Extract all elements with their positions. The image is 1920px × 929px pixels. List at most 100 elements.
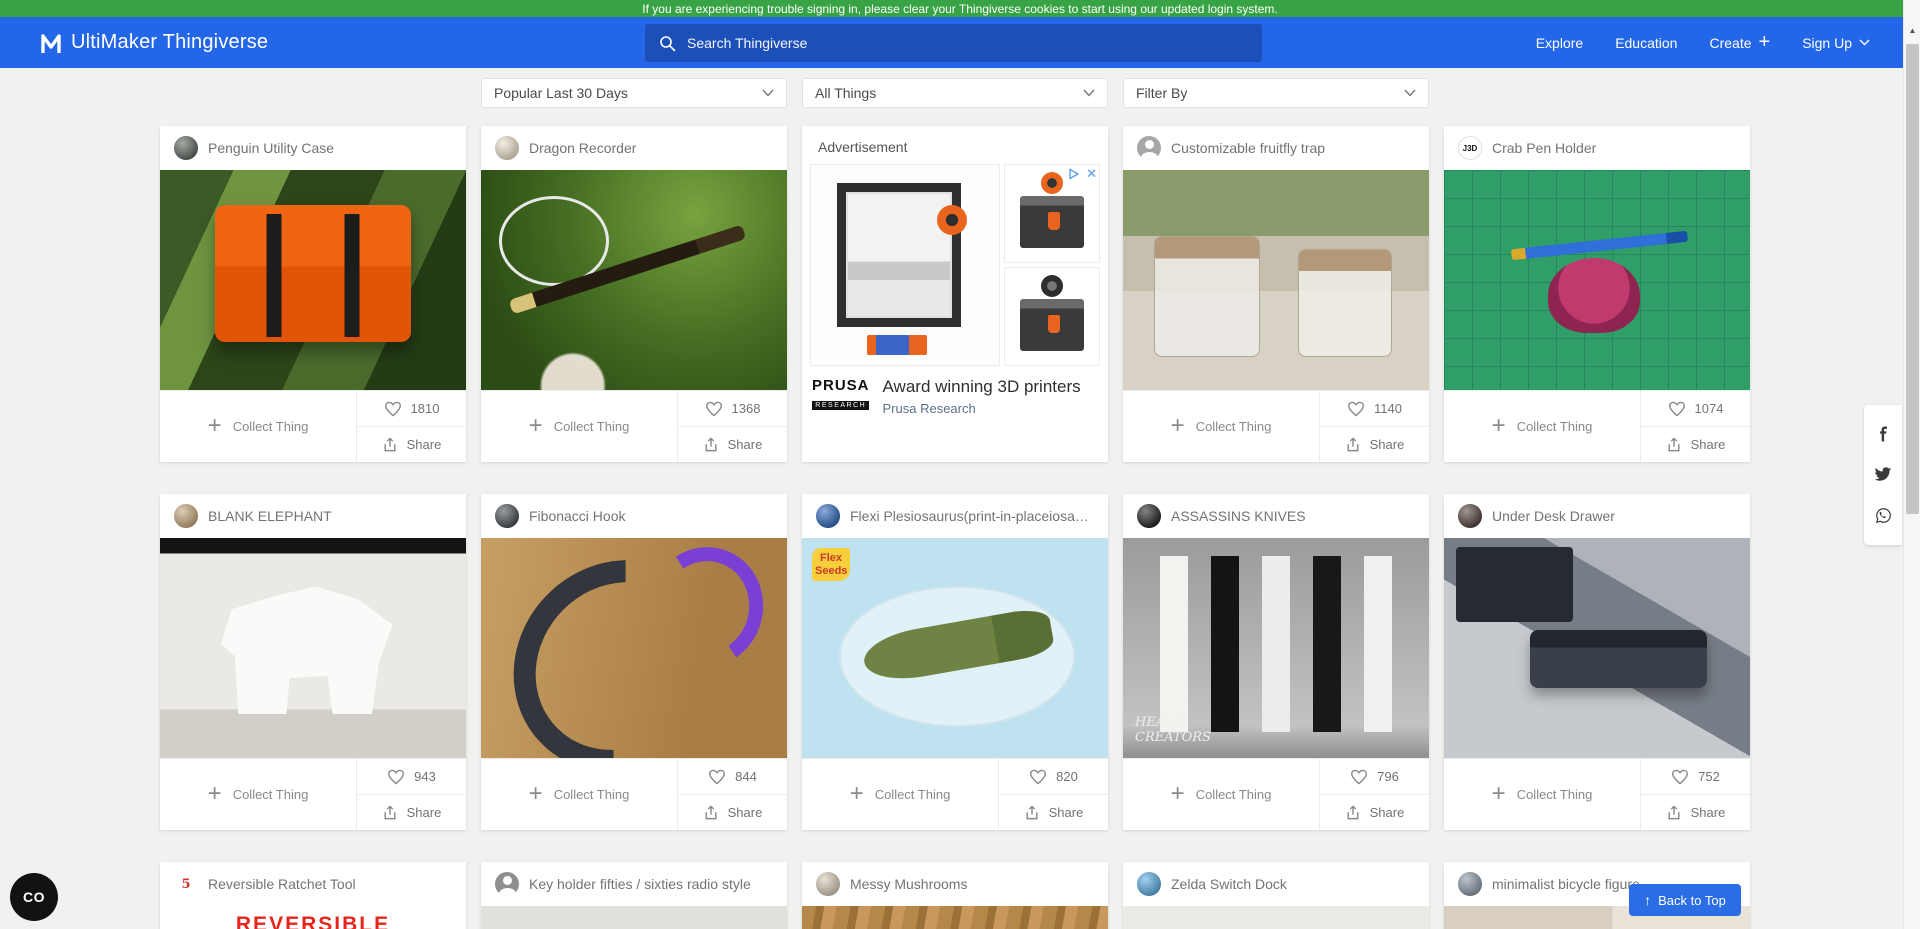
whatsapp-icon[interactable]	[1875, 507, 1892, 524]
thing-thumbnail[interactable]	[1444, 170, 1750, 390]
like-button[interactable]: 1140	[1320, 391, 1429, 427]
thing-title[interactable]: Customizable fruitfly trap	[1171, 140, 1325, 156]
ad-side-images	[1004, 164, 1100, 366]
like-button[interactable]: 752	[1641, 759, 1750, 795]
thing-card-footer: + Collect Thing 844 Share	[481, 758, 787, 830]
collect-thing-button[interactable]: + Collect Thing	[160, 759, 357, 830]
collect-thing-button[interactable]: + Collect Thing	[160, 391, 357, 462]
creator-avatar[interactable]	[1137, 872, 1161, 896]
sort-dropdown[interactable]: Popular Last 30 Days	[481, 78, 787, 108]
scrollbar[interactable]: ▲	[1903, 0, 1920, 929]
thing-title[interactable]: BLANK ELEPHANT	[208, 508, 332, 524]
creator-avatar[interactable]: J3D	[1458, 136, 1482, 160]
creator-avatar[interactable]	[495, 504, 519, 528]
creator-avatar[interactable]	[495, 136, 519, 160]
ad-headline[interactable]: Award winning 3D printers	[883, 377, 1081, 397]
thing-thumbnail[interactable]	[160, 170, 466, 390]
scrollbar-thumb[interactable]	[1906, 44, 1919, 514]
thing-title[interactable]: Crab Pen Holder	[1492, 140, 1596, 156]
thing-title[interactable]: Reversible Ratchet Tool	[208, 876, 356, 892]
share-button[interactable]: Share	[999, 795, 1108, 830]
thing-title[interactable]: ASSASSINS KNIVES	[1171, 508, 1306, 524]
thing-thumbnail[interactable]	[160, 538, 466, 758]
ad-close-icon[interactable]: ✕	[1086, 167, 1097, 180]
thing-title[interactable]: minimalist bicycle figure	[1492, 876, 1640, 892]
facebook-icon[interactable]	[1875, 426, 1891, 442]
creator-avatar[interactable]	[1137, 136, 1161, 160]
creator-avatar[interactable]	[1458, 504, 1482, 528]
thing-thumbnail[interactable]	[481, 170, 787, 390]
share-button[interactable]: Share	[1641, 427, 1750, 462]
thing-thumbnail[interactable]	[1123, 170, 1429, 390]
like-button[interactable]: 844	[678, 759, 787, 795]
creator-avatar[interactable]	[174, 504, 198, 528]
thing-title[interactable]: Zelda Switch Dock	[1171, 876, 1287, 892]
like-button[interactable]: 796	[1320, 759, 1429, 795]
share-button[interactable]: Share	[678, 427, 787, 462]
thing-title[interactable]: Messy Mushrooms	[850, 876, 967, 892]
thing-thumbnail[interactable]	[481, 906, 787, 929]
creator-avatar[interactable]: 5	[174, 872, 198, 896]
thing-title[interactable]: Key holder fifties / sixties radio style	[529, 876, 751, 892]
share-button[interactable]: Share	[678, 795, 787, 830]
filters-row: Popular Last 30 Days All Things Filter B…	[481, 78, 1429, 108]
creator-avatar[interactable]	[495, 872, 519, 896]
twitter-icon[interactable]	[1874, 467, 1892, 482]
thing-title[interactable]: Penguin Utility Case	[208, 140, 334, 156]
thing-title[interactable]: Flexi Plesiosaurus(print-in-placeiosauru…	[850, 508, 1094, 524]
brand-home-link[interactable]: UltiMaker Thingiverse	[40, 17, 268, 68]
scrollbar-up-button[interactable]: ▲	[1904, 22, 1920, 39]
thing-title[interactable]: Fibonacci Hook	[529, 508, 626, 524]
thing-thumbnail[interactable]: HEAVY CREATORS	[1123, 538, 1429, 758]
thumbnail-art-text: REVERSIBLE	[160, 913, 466, 929]
nav-explore[interactable]: Explore	[1536, 35, 1583, 51]
share-button[interactable]: Share	[1320, 795, 1429, 830]
like-button[interactable]: 1074	[1641, 391, 1750, 427]
prusa-research-logo[interactable]: PRUSA RESEARCH	[812, 377, 870, 412]
share-button[interactable]: Share	[1641, 795, 1750, 830]
thing-thumbnail[interactable]	[481, 538, 787, 758]
collect-thing-button[interactable]: + Collect Thing	[802, 759, 999, 830]
heart-icon	[1668, 401, 1686, 417]
like-button[interactable]: 1810	[357, 391, 466, 427]
share-button[interactable]: Share	[357, 427, 466, 462]
thing-thumbnail[interactable]: REVERSIBLE	[160, 906, 466, 929]
creator-avatar[interactable]	[816, 504, 840, 528]
ad-image-printer-bottom[interactable]	[1004, 267, 1100, 366]
collect-thing-button[interactable]: + Collect Thing	[481, 759, 678, 830]
cookie-consent-button[interactable]: CO	[10, 873, 58, 921]
collect-thing-button[interactable]: + Collect Thing	[1123, 391, 1320, 462]
creator-avatar[interactable]	[1458, 872, 1482, 896]
ad-text-block: Award winning 3D printers Prusa Research	[883, 377, 1081, 416]
ad-advertiser[interactable]: Prusa Research	[883, 401, 1081, 416]
thing-thumbnail[interactable]: Flex Seeds	[802, 538, 1108, 758]
adchoices-icon[interactable]	[1068, 168, 1080, 180]
category-dropdown[interactable]: All Things	[802, 78, 1108, 108]
thing-title[interactable]: Dragon Recorder	[529, 140, 636, 156]
ad-creative[interactable]: ✕	[810, 164, 1100, 366]
share-button[interactable]: Share	[1320, 427, 1429, 462]
thing-title[interactable]: Under Desk Drawer	[1492, 508, 1615, 524]
collect-thing-button[interactable]: + Collect Thing	[481, 391, 678, 462]
thing-thumbnail[interactable]	[1444, 538, 1750, 758]
nav-education[interactable]: Education	[1615, 35, 1677, 51]
search-input[interactable]	[687, 35, 1248, 51]
nav-create[interactable]: Create +	[1709, 34, 1770, 52]
creator-avatar[interactable]	[816, 872, 840, 896]
like-button[interactable]: 943	[357, 759, 466, 795]
collect-thing-button[interactable]: + Collect Thing	[1444, 391, 1641, 462]
share-button[interactable]: Share	[357, 795, 466, 830]
collect-thing-button[interactable]: + Collect Thing	[1123, 759, 1320, 830]
thing-thumbnail[interactable]	[1123, 906, 1429, 929]
back-to-top-button[interactable]: ↑ Back to Top	[1629, 884, 1741, 916]
creator-avatar[interactable]	[1137, 504, 1161, 528]
creator-avatar[interactable]	[174, 136, 198, 160]
nav-sign-up[interactable]: Sign Up	[1802, 35, 1870, 51]
thing-thumbnail[interactable]	[802, 906, 1108, 929]
ad-image-enclosed-printer[interactable]	[810, 164, 1000, 366]
like-button[interactable]: 820	[999, 759, 1108, 795]
like-button[interactable]: 1368	[678, 391, 787, 427]
collect-thing-button[interactable]: + Collect Thing	[1444, 759, 1641, 830]
chevron-down-icon	[1083, 89, 1095, 97]
filter-by-dropdown[interactable]: Filter By	[1123, 78, 1429, 108]
